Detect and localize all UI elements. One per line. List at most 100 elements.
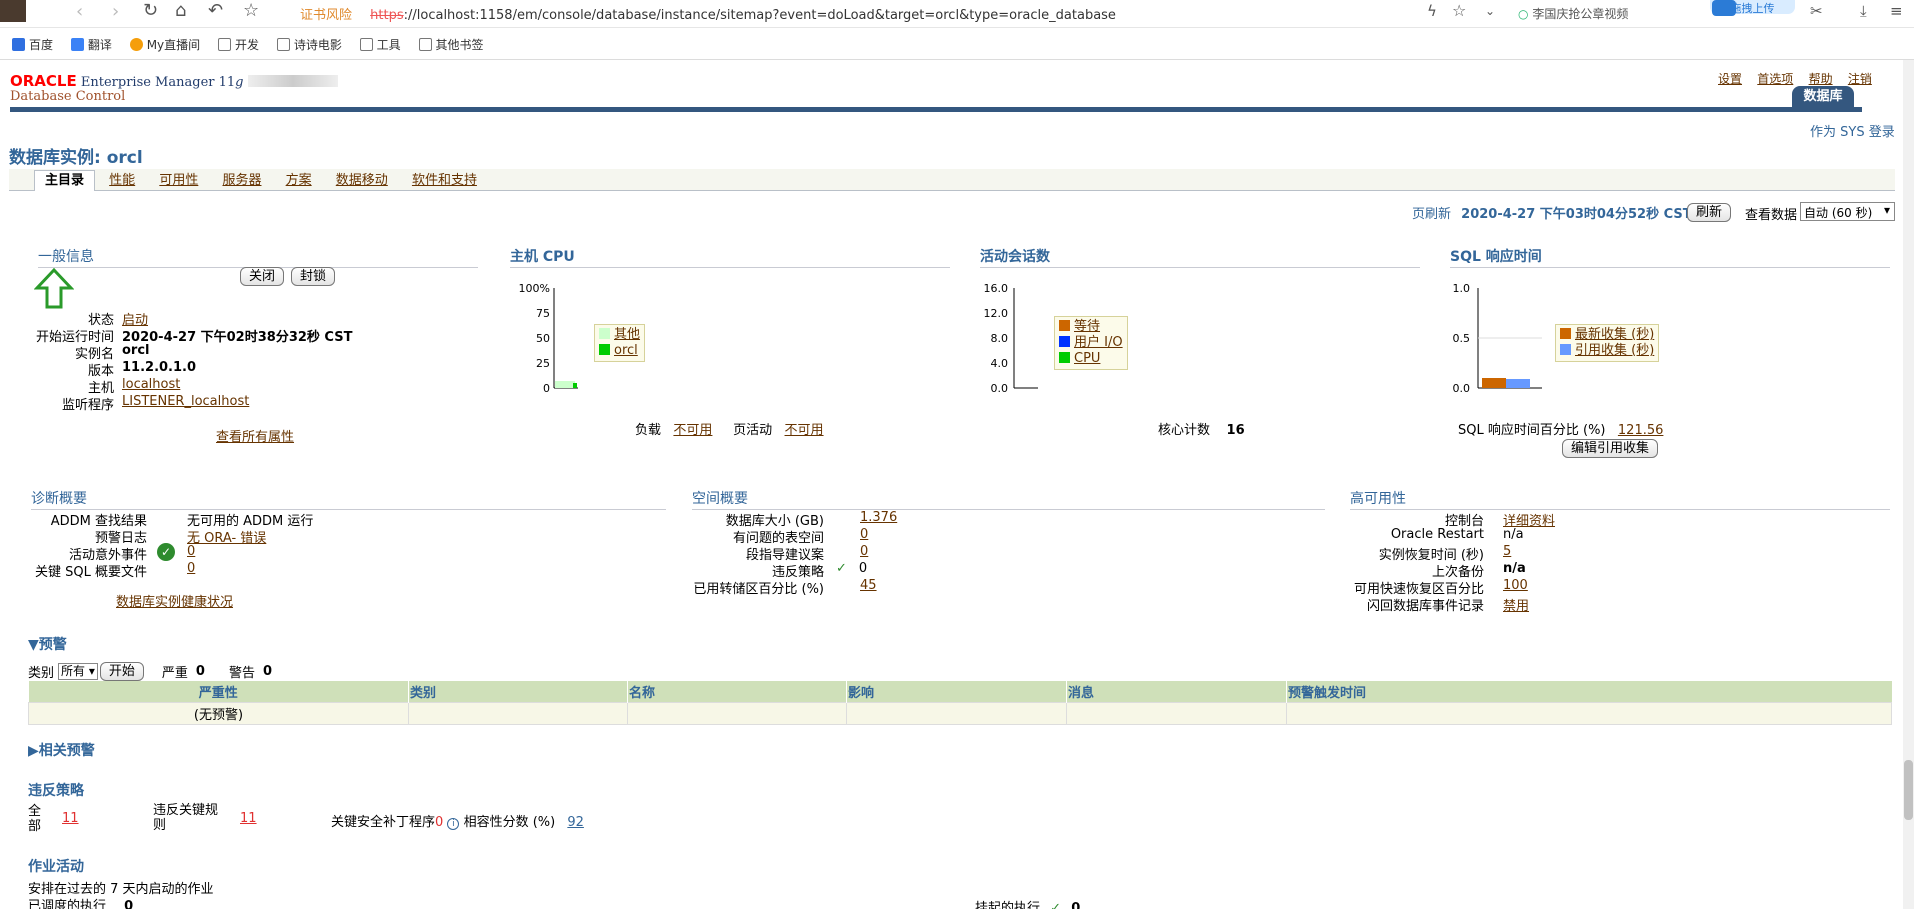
- tab-availability[interactable]: 可用性: [149, 171, 208, 191]
- view-data-select[interactable]: 自动 (60 秒) ▾: [1800, 202, 1895, 221]
- tab-home[interactable]: 主目录: [34, 170, 96, 191]
- legend-cpu: CPU: [1059, 351, 1123, 367]
- incidents-link[interactable]: 0: [187, 544, 195, 561]
- row-value: orcl: [122, 343, 150, 358]
- sql-profiles-link[interactable]: 0: [187, 561, 195, 578]
- db-size-link[interactable]: 1.376: [860, 510, 897, 527]
- cpu-ytick: 75: [536, 307, 550, 320]
- ha-title: 高可用性: [1350, 491, 1406, 507]
- profile-avatar[interactable]: [0, 0, 26, 22]
- tab-database[interactable]: 数据库: [1792, 86, 1854, 108]
- policy-all-link[interactable]: 11: [62, 811, 79, 826]
- scissors-icon[interactable]: ✂: [1810, 0, 1823, 25]
- bookmark-live[interactable]: My直播间: [129, 36, 200, 53]
- home-icon[interactable]: ⌂: [175, 0, 186, 25]
- alert-log-link[interactable]: 无 ORA- 错误: [187, 527, 266, 546]
- bookmark-baidu[interactable]: 百度: [12, 36, 53, 53]
- edit-reference-button[interactable]: 编辑引用收集: [1562, 439, 1659, 458]
- forward-icon[interactable]: ›: [112, 0, 119, 26]
- cloud-icon[interactable]: [1712, 0, 1736, 16]
- settings-link[interactable]: 设置: [1718, 72, 1742, 86]
- row-label: 状态: [87, 313, 114, 328]
- undo-icon[interactable]: ↶: [208, 0, 223, 25]
- policy-critical-label: 违反关键规则: [153, 803, 219, 833]
- col-severity[interactable]: 严重性: [28, 681, 409, 703]
- status-link[interactable]: 启动: [122, 309, 148, 328]
- logout-link[interactable]: 注销: [1848, 72, 1872, 86]
- space-row: 有问题的表空间 0: [692, 527, 1292, 546]
- view-all-properties-link[interactable]: 查看所有属性: [216, 426, 294, 445]
- tab-data-movement[interactable]: 数据移动: [326, 171, 398, 191]
- health-link[interactable]: 数据库实例健康状况: [116, 591, 233, 610]
- cert-warning[interactable]: 证书风险: [300, 8, 352, 23]
- legend-other-link[interactable]: 其他: [614, 327, 640, 342]
- legend-reference-link[interactable]: 引用收集 (秒): [1575, 343, 1654, 358]
- general-row-host: 主机 localhost: [20, 377, 420, 396]
- go-button[interactable]: 开始: [99, 662, 144, 681]
- scrollbar-thumb[interactable]: [1904, 760, 1913, 820]
- legend-cpu-link[interactable]: CPU: [1074, 351, 1100, 366]
- legend-latest-link[interactable]: 最新收集 (秒): [1575, 327, 1654, 342]
- refresh-button[interactable]: 刷新: [1687, 203, 1732, 222]
- legend-orcl-link[interactable]: orcl: [614, 343, 638, 358]
- shutdown-button[interactable]: 关闭: [240, 267, 285, 286]
- segment-advisor-link[interactable]: 0: [860, 544, 868, 561]
- dump-area-link[interactable]: 45: [860, 578, 877, 595]
- back-icon[interactable]: ‹: [76, 0, 83, 26]
- col-impact[interactable]: 影响: [846, 681, 1067, 703]
- legend-userio: 用户 I/O: [1059, 335, 1123, 351]
- col-trigger-time[interactable]: 预警触发时间: [1287, 681, 1892, 703]
- policy-critical-link[interactable]: 11: [240, 811, 257, 826]
- blackout-button[interactable]: 封锁: [291, 267, 336, 286]
- cpu-section-title: 主机 CPU: [510, 246, 950, 268]
- diag-list: ADDM 查找结果 无可用的 ADDM 运行 预警日志 无 ORA- 错误 活动意外…: [31, 510, 631, 580]
- preferences-link[interactable]: 首选项: [1757, 72, 1793, 86]
- bookmark-star-icon[interactable]: ☆: [1452, 0, 1466, 25]
- category-select[interactable]: 所有 ▾: [58, 663, 98, 680]
- recovery-time-link[interactable]: 5: [1503, 544, 1511, 561]
- col-message[interactable]: 消息: [1066, 681, 1287, 703]
- swatch: [1560, 328, 1571, 339]
- menu-icon[interactable]: ≡: [1890, 0, 1903, 25]
- address-bar[interactable]: 证书风险 https://localhost:1158/em/console/d…: [300, 4, 1116, 23]
- general-row-status: 状态 启动: [20, 309, 420, 328]
- problem-tablespaces-link[interactable]: 0: [860, 527, 868, 544]
- col-category[interactable]: 类别: [408, 681, 628, 703]
- tab-schema[interactable]: 方案: [276, 171, 322, 191]
- download-icon[interactable]: ⤓: [1860, 0, 1867, 25]
- alerts-header[interactable]: ▼预警: [28, 634, 67, 654]
- bookmark-folder-tools[interactable]: 工具: [359, 36, 401, 53]
- row-label: 主机: [87, 381, 114, 396]
- reload-icon[interactable]: ↻: [143, 0, 158, 25]
- bookmark-label: 诗诗电影: [293, 38, 342, 52]
- bookmark-translate[interactable]: 翻译: [70, 36, 112, 53]
- compliance-link[interactable]: 92: [567, 815, 584, 830]
- info-icon[interactable]: i: [447, 818, 460, 830]
- scrollbar[interactable]: [1903, 60, 1914, 909]
- chevron-down-icon[interactable]: ⌄: [1485, 0, 1495, 25]
- bookmark-folder-movies[interactable]: 诗诗电影: [276, 36, 342, 53]
- help-link[interactable]: 帮助: [1809, 72, 1833, 86]
- console-details-link[interactable]: 详细资料: [1503, 510, 1555, 529]
- host-link[interactable]: localhost: [122, 377, 180, 394]
- search-suggestion[interactable]: ○ 李国庆抢公章视频: [1518, 5, 1628, 22]
- tab-software-support[interactable]: 软件和支持: [402, 171, 487, 191]
- lightning-icon[interactable]: ϟ: [1427, 0, 1437, 25]
- paging-value-link[interactable]: 不可用: [785, 423, 824, 438]
- flashback-link[interactable]: 禁用: [1503, 595, 1529, 614]
- search-suggestion-text: 李国庆抢公章视频: [1532, 7, 1629, 21]
- page-title: 数据库实例: orcl: [9, 148, 143, 168]
- sqlresp-pct-link[interactable]: 121.56: [1618, 423, 1664, 438]
- bookmark-folder-dev[interactable]: 开发: [217, 36, 259, 53]
- bookmark-folder-other[interactable]: 其他书签: [418, 36, 484, 53]
- tab-server[interactable]: 服务器: [212, 171, 271, 191]
- listener-link[interactable]: LISTENER_localhost: [122, 394, 249, 411]
- tab-performance[interactable]: 性能: [99, 171, 145, 191]
- star-icon[interactable]: ☆: [243, 0, 259, 25]
- legend-wait-link[interactable]: 等待: [1074, 319, 1100, 334]
- col-name[interactable]: 名称: [627, 681, 847, 703]
- related-alerts-header[interactable]: ▶相关预警: [28, 740, 95, 760]
- load-value-link[interactable]: 不可用: [673, 423, 712, 438]
- legend-userio-link[interactable]: 用户 I/O: [1074, 335, 1123, 350]
- fra-link[interactable]: 100: [1503, 578, 1528, 595]
